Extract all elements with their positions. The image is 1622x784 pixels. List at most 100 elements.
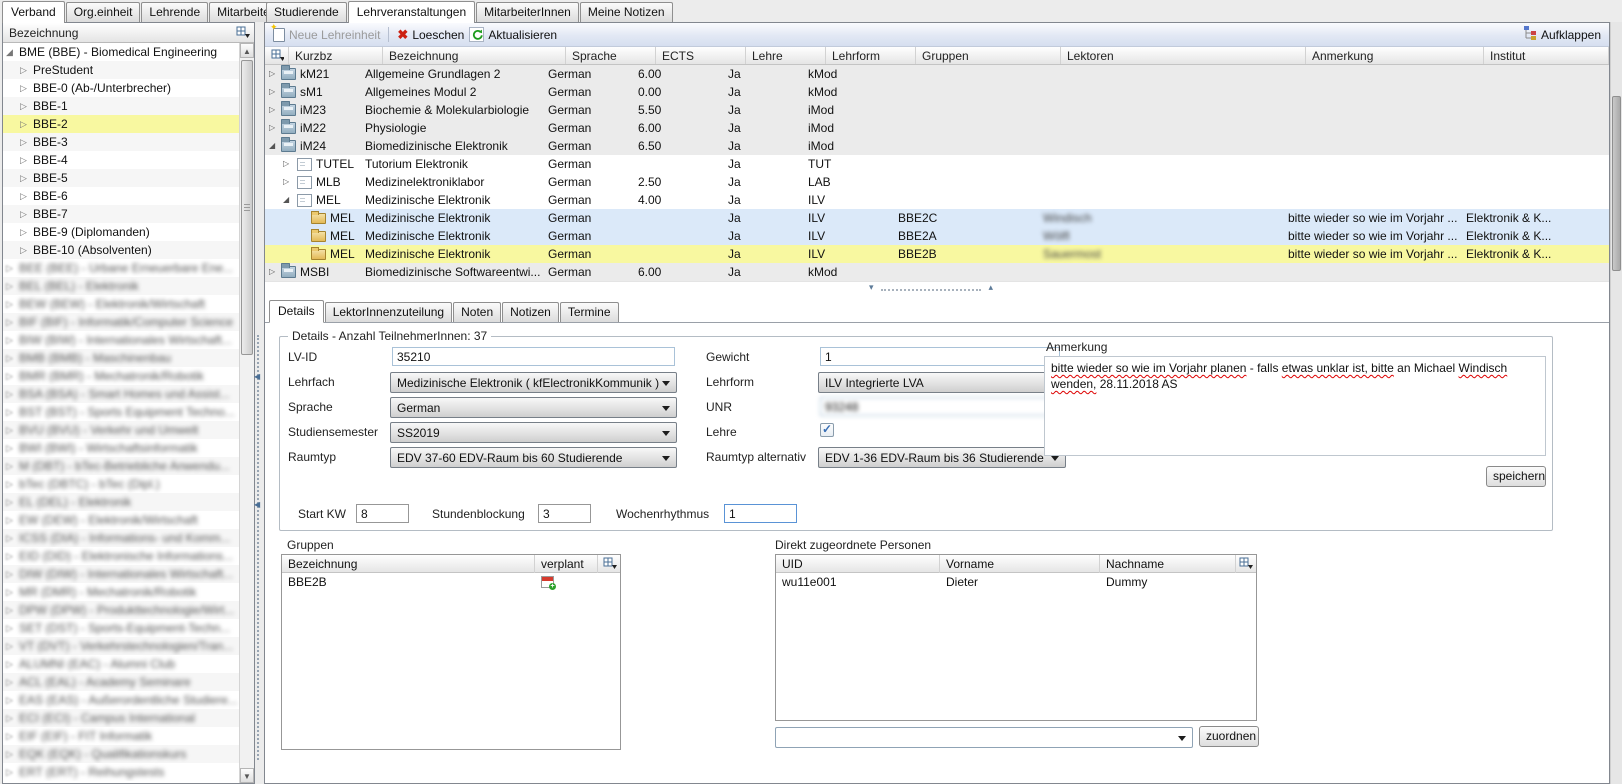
tree-expander-icon[interactable]: ▷ bbox=[6, 565, 19, 583]
main-tab[interactable]: Lehrveranstaltungen bbox=[348, 1, 475, 23]
tree-scrollbar[interactable]: ▲ ▼ bbox=[239, 43, 254, 783]
column-header[interactable]: Anmerkung bbox=[1306, 47, 1484, 64]
tree-item[interactable]: ▷ EAS (EAS) - Außerordentliche Studiere.… bbox=[3, 691, 239, 709]
tree-expander-icon[interactable]: ▷ bbox=[6, 493, 19, 511]
tree-item[interactable]: ▷ ERT (ERT) - Reihungstests bbox=[3, 763, 239, 781]
tree-expander-icon[interactable]: ▷ bbox=[20, 61, 33, 79]
tree-item[interactable]: ▷ BBE-10 (Absolventen) bbox=[3, 241, 239, 259]
personen-col-vorname[interactable]: Vorname bbox=[940, 555, 1100, 573]
tree-item[interactable]: ▷ BVU (BVU) - Verkehr und Umwelt bbox=[3, 421, 239, 439]
stundenblockung-input[interactable] bbox=[538, 504, 591, 523]
detail-tab[interactable]: Termine bbox=[560, 302, 619, 322]
left-tab[interactable]: Verband bbox=[2, 1, 65, 23]
tree-item[interactable]: ▷ ECI (ECI) - Campus International bbox=[3, 709, 239, 727]
scroll-down-icon[interactable]: ▼ bbox=[240, 768, 254, 783]
column-header[interactable]: Sprache bbox=[566, 47, 656, 64]
course-row[interactable]: ▷ iM22 Physiologie German 6.00 Ja iMod bbox=[265, 119, 1609, 137]
tree-item[interactable]: ▷ BBE-2 bbox=[3, 115, 239, 133]
tree-expander-icon[interactable]: ▷ bbox=[6, 529, 19, 547]
tree-item[interactable]: ▷ BBE-6 bbox=[3, 187, 239, 205]
tree-item[interactable]: ▷ EW (DEW) - Elektronik/Wirtschaft bbox=[3, 511, 239, 529]
column-selector-icon[interactable] bbox=[236, 26, 250, 39]
tree-expander-icon[interactable]: ▷ bbox=[20, 79, 33, 97]
tree-expander-icon[interactable]: ▷ bbox=[6, 673, 19, 691]
detail-tab[interactable]: LektorInnenzuteilung bbox=[325, 302, 452, 322]
calendar-add-icon[interactable] bbox=[541, 576, 554, 588]
tree-expander-icon[interactable]: ▷ bbox=[6, 277, 19, 295]
tree-item[interactable]: ◢ BME (BBE) - Biomedical Engineering bbox=[3, 43, 239, 61]
tree-item[interactable]: ▷ bTec (DBTC) - bTec (Dipl.) bbox=[3, 475, 239, 493]
row-expander-icon[interactable]: ▷ bbox=[269, 65, 281, 83]
tree-item[interactable]: ▷ BEW (BEW) - Elektronik/Wirtschaft bbox=[3, 295, 239, 313]
tree-expander-icon[interactable]: ▷ bbox=[6, 349, 19, 367]
tree-expander-icon[interactable]: ▷ bbox=[6, 475, 19, 493]
vertical-splitter[interactable] bbox=[257, 335, 259, 760]
wochenrhythmus-input[interactable] bbox=[724, 504, 797, 523]
main-tab[interactable]: Meine Notizen bbox=[580, 2, 673, 22]
tree-item[interactable]: ▷ M (DBT) - bTec-Betriebliche Anwendu... bbox=[3, 457, 239, 475]
gewicht-input[interactable] bbox=[820, 347, 1060, 366]
left-tab[interactable]: Lehrende bbox=[141, 2, 208, 22]
tree-expander-icon[interactable]: ▷ bbox=[6, 457, 19, 475]
gruppen-col-bezeichnung[interactable]: Bezeichnung bbox=[282, 555, 535, 573]
tree-expander-icon[interactable]: ▷ bbox=[6, 583, 19, 601]
main-tab[interactable]: Studierende bbox=[266, 2, 347, 22]
raumtyp-select[interactable]: EDV 37-60 EDV-Raum bis 60 Studierende bbox=[390, 447, 677, 468]
tree-item[interactable]: ▷ EQK (EQK) - Qualifikationskurs bbox=[3, 745, 239, 763]
splitter-collapse-icon[interactable]: ◀ bbox=[254, 372, 260, 381]
tree-item[interactable]: ▷ BBE-1 bbox=[3, 97, 239, 115]
sprache-select[interactable]: German bbox=[390, 397, 677, 418]
column-header[interactable]: ECTS bbox=[656, 47, 746, 64]
tree-expander-icon[interactable]: ▷ bbox=[20, 241, 33, 259]
tree-expander-icon[interactable]: ▷ bbox=[6, 439, 19, 457]
tree-expander-icon[interactable]: ▷ bbox=[6, 385, 19, 403]
column-header[interactable]: Kurzbz bbox=[289, 47, 383, 64]
row-expander-icon[interactable]: ▷ bbox=[269, 119, 281, 137]
tree-expander-icon[interactable]: ▷ bbox=[20, 205, 33, 223]
tree-item[interactable]: ▷ BBE-0 (Ab-/Unterbrecher) bbox=[3, 79, 239, 97]
app-scrollbar-thumb[interactable] bbox=[1612, 96, 1621, 271]
lehrfach-select[interactable]: Medizinische Elektronik ( kfElectronikKo… bbox=[390, 372, 677, 393]
tree-item[interactable]: ▷ SET (DST) - Sports-Equipment-Techn... bbox=[3, 619, 239, 637]
tree-expander-icon[interactable]: ▷ bbox=[6, 601, 19, 619]
lehrform-select[interactable]: ILV Integrierte LVA bbox=[818, 372, 1062, 393]
column-header[interactable]: Bezeichnung bbox=[383, 47, 566, 64]
zuordnen-button[interactable]: zuordnen bbox=[1199, 726, 1259, 747]
main-tab[interactable]: MitarbeiterInnen bbox=[476, 2, 579, 22]
course-row[interactable]: MEL Medizinische Elektronik German Ja IL… bbox=[265, 245, 1609, 263]
row-expander-icon[interactable]: ◢ bbox=[269, 137, 281, 155]
speichern-button[interactable]: speichern bbox=[1486, 466, 1546, 487]
left-tab[interactable]: Org.einheit bbox=[66, 2, 141, 22]
column-selector-icon[interactable] bbox=[271, 49, 284, 62]
course-row[interactable]: ▷ TUTEL Tutorium Elektronik German Ja TU… bbox=[265, 155, 1609, 173]
column-header[interactable]: Gruppen bbox=[916, 47, 1061, 64]
course-row[interactable]: ▷ kM21 Allgemeine Grundlagen 2 German 6.… bbox=[265, 65, 1609, 83]
course-row[interactable]: ◢ MEL Medizinische Elektronik German 4.0… bbox=[265, 191, 1609, 209]
column-selector-icon[interactable] bbox=[598, 555, 620, 572]
tree-item[interactable]: ▷ BSA (BSA) - Smart Homes und Assist... bbox=[3, 385, 239, 403]
lehre-checkbox[interactable] bbox=[820, 423, 834, 437]
row-expander-icon[interactable]: ▷ bbox=[269, 83, 281, 101]
person-assign-select[interactable] bbox=[775, 727, 1193, 748]
tree-expander-icon[interactable]: ▷ bbox=[6, 331, 19, 349]
tree-expander-icon[interactable]: ▷ bbox=[6, 727, 19, 745]
tree-item[interactable]: ▷ BBE-9 (Diplomanden) bbox=[3, 223, 239, 241]
tree-expander-icon[interactable]: ▷ bbox=[6, 511, 19, 529]
tree-expander-icon[interactable]: ▷ bbox=[20, 151, 33, 169]
column-header[interactable]: Lektoren bbox=[1061, 47, 1306, 64]
delete-button[interactable]: ✖ Loeschen bbox=[397, 28, 464, 42]
tree-item[interactable]: ▷ BEL (BEL) - Elektronik bbox=[3, 277, 239, 295]
course-row[interactable]: MEL Medizinische Elektronik German Ja IL… bbox=[265, 209, 1609, 227]
horizontal-splitter[interactable] bbox=[265, 281, 1609, 301]
unr-input[interactable] bbox=[820, 397, 1060, 416]
tree-expander-icon[interactable]: ▷ bbox=[20, 223, 33, 241]
tree-expander-icon[interactable]: ▷ bbox=[6, 637, 19, 655]
detail-tab[interactable]: Notizen bbox=[502, 302, 559, 322]
tree-item[interactable]: ▷ BBE-4 bbox=[3, 151, 239, 169]
tree-expander-icon[interactable]: ▷ bbox=[6, 295, 19, 313]
personen-col-nachname[interactable]: Nachname bbox=[1100, 555, 1236, 573]
tree-expander-icon[interactable]: ▷ bbox=[6, 403, 19, 421]
tree-scrollbar-thumb[interactable] bbox=[241, 60, 253, 355]
row-expander-icon[interactable]: ▷ bbox=[283, 155, 295, 173]
course-row[interactable]: ◢ iM24 Biomedizinische Elektronik German… bbox=[265, 137, 1609, 155]
